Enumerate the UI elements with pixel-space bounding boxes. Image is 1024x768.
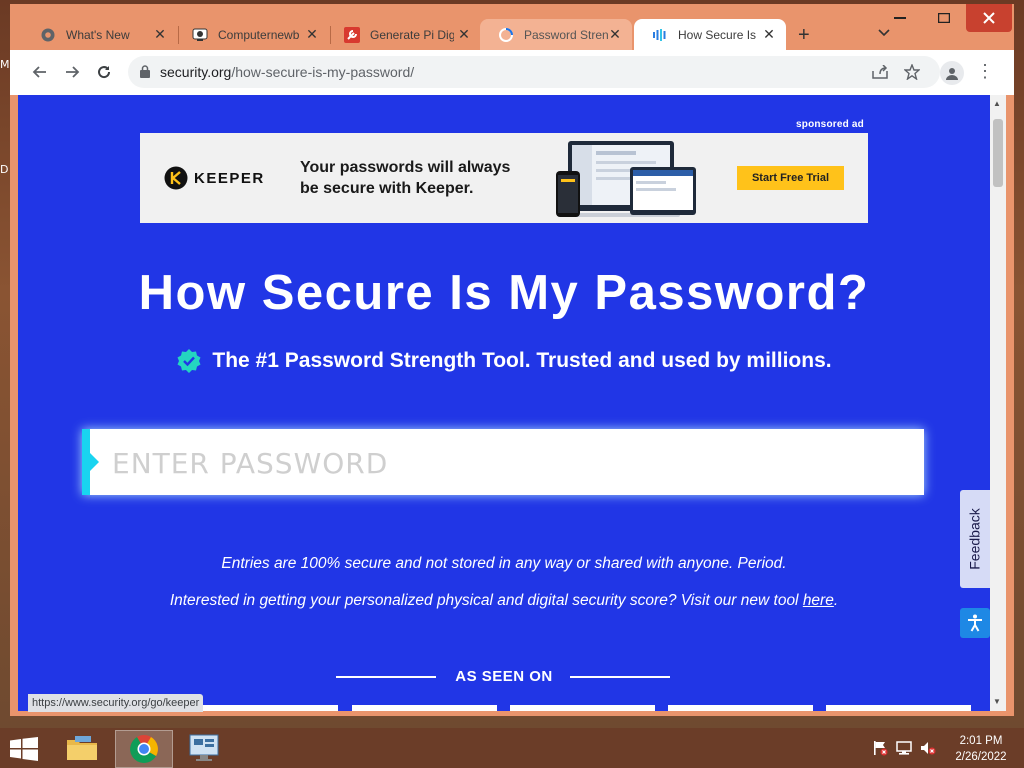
action-center-flag-icon[interactable] (872, 740, 888, 761)
security-org-icon (652, 27, 668, 43)
keeper-logo: KEEPER (164, 166, 265, 190)
tab-generate-pi-digits[interactable]: Generate Pi Digits ✕ (326, 19, 481, 50)
tab-computernewb[interactable]: Computernewb ✕ (174, 19, 329, 50)
lock-icon[interactable] (140, 65, 150, 83)
scroll-down-arrow-icon[interactable]: ▼ (993, 697, 1001, 706)
press-logo-box (510, 705, 655, 711)
page-subtitle: The #1 Password Strength Tool. Trusted a… (18, 348, 990, 374)
subtitle-text: The #1 Password Strength Tool. Trusted a… (212, 349, 832, 372)
keeper-logo-icon (164, 166, 188, 190)
back-arrow-icon[interactable] (28, 60, 52, 84)
taskbar-clock[interactable]: 2:01 PM 2/26/2022 (948, 733, 1014, 765)
tab-title: What's New (66, 27, 130, 42)
tab-strip: What's New ✕ Computernewb ✕ Generate Pi … (10, 4, 1014, 50)
tab-title: Password Strength (524, 27, 608, 42)
press-logo-box (668, 705, 813, 711)
tab-title: Computernewb (218, 27, 300, 42)
feedback-tab[interactable]: Feedback (960, 490, 990, 588)
close-tab-icon[interactable]: ✕ (153, 27, 167, 41)
ad-headline-line2: be secure with Keeper. (300, 180, 474, 197)
bookmark-star-icon[interactable] (902, 62, 922, 82)
close-tab-icon[interactable]: ✕ (457, 27, 471, 41)
vertical-scrollbar[interactable]: ▲ ▼ (990, 95, 1006, 711)
clock-date: 2/26/2022 (955, 751, 1007, 763)
security-score-note-end: . (833, 592, 839, 609)
reload-icon[interactable] (92, 60, 116, 84)
sponsored-label: sponsored ad (796, 119, 864, 130)
clock-time: 2:01 PM (959, 735, 1003, 747)
start-free-trial-button[interactable]: Start Free Trial (737, 166, 844, 190)
network-icon[interactable] (896, 740, 912, 761)
tab-title: Generate Pi Digits (370, 27, 454, 42)
computernewb-icon (192, 27, 208, 43)
close-window-button[interactable] (966, 4, 1012, 32)
keeper-ad-banner[interactable]: KEEPER Your passwords will always be sec… (140, 133, 868, 223)
windows-start-icon[interactable] (10, 737, 38, 766)
url-path: /how-secure-is-my-password/ (231, 64, 415, 80)
here-link[interactable]: here (803, 592, 834, 609)
feedback-label: Feedback (967, 508, 984, 570)
scrollbar-thumb[interactable] (993, 119, 1003, 187)
browser-toolbar: security.org/how-secure-is-my-password/ … (10, 50, 1014, 95)
devices-illustration (556, 141, 696, 217)
press-logo-box (826, 705, 971, 711)
security-note: Entries are 100% secure and not stored i… (221, 555, 787, 572)
press-logo-box (352, 705, 497, 711)
tab-password-strength[interactable]: Password Strength ✕ (480, 19, 632, 50)
new-tab-button[interactable]: + (798, 25, 810, 45)
input-accent-bar (82, 429, 90, 495)
input-accent-notch (90, 453, 99, 471)
maximize-button[interactable] (924, 4, 964, 32)
remote-desktop-icon[interactable] (176, 730, 232, 766)
profile-avatar-icon[interactable] (940, 61, 964, 85)
volume-muted-icon[interactable] (920, 740, 936, 761)
url-text[interactable]: security.org/how-secure-is-my-password/ (160, 64, 414, 80)
loading-spinner-icon (498, 27, 514, 43)
address-bar[interactable]: security.org/how-secure-is-my-password/ (128, 56, 940, 88)
wrench-icon (344, 26, 360, 43)
password-field-container (82, 429, 924, 497)
chrome-icon (40, 27, 56, 43)
scroll-up-arrow-icon[interactable]: ▲ (993, 99, 1001, 108)
security-score-note: Interested in getting your personalized … (18, 592, 990, 610)
status-bar-url: https://www.security.org/go/keeper (28, 694, 204, 712)
url-domain: security.org (160, 64, 232, 80)
page-title: How Secure Is My Password? (138, 266, 870, 320)
taskbar: 2:01 PM 2/26/2022 (0, 728, 1024, 768)
tab-how-secure-is-my-password[interactable]: How Secure Is My ✕ (634, 19, 786, 50)
divider-line (336, 676, 436, 678)
tab-whats-new[interactable]: What's New ✕ (22, 19, 177, 50)
close-tab-icon[interactable]: ✕ (762, 27, 776, 41)
accessibility-icon[interactable] (960, 608, 990, 638)
desktop-icon-label-m: M (0, 58, 10, 71)
close-tab-icon[interactable]: ✕ (305, 27, 319, 41)
divider-line (570, 676, 670, 678)
as-seen-on-heading: AS SEEN ON (455, 668, 553, 685)
desktop-icon-label-d: D (0, 163, 9, 176)
page-viewport: sponsored ad KEEPER Your passwords will … (18, 95, 990, 711)
share-icon[interactable] (870, 62, 890, 82)
tab-title: How Secure Is My (678, 27, 756, 42)
browser-window: What's New ✕ Computernewb ✕ Generate Pi … (10, 4, 1014, 716)
browser-menu-icon[interactable]: ⋮ (976, 62, 994, 84)
keeper-wordmark: KEEPER (194, 169, 265, 187)
forward-arrow-icon[interactable] (60, 60, 84, 84)
file-explorer-icon[interactable] (54, 730, 110, 766)
verified-check-icon (177, 349, 201, 373)
security-score-note-text: Interested in getting your personalized … (169, 592, 803, 609)
system-tray (872, 740, 936, 761)
close-tab-icon[interactable]: ✕ (608, 27, 622, 41)
chrome-taskbar-icon[interactable] (115, 730, 173, 768)
ad-headline-line1: Your passwords will always (300, 159, 511, 176)
ad-headline: Your passwords will always be secure wit… (300, 157, 540, 199)
minimize-button[interactable] (880, 4, 920, 32)
password-input[interactable] (110, 429, 914, 497)
